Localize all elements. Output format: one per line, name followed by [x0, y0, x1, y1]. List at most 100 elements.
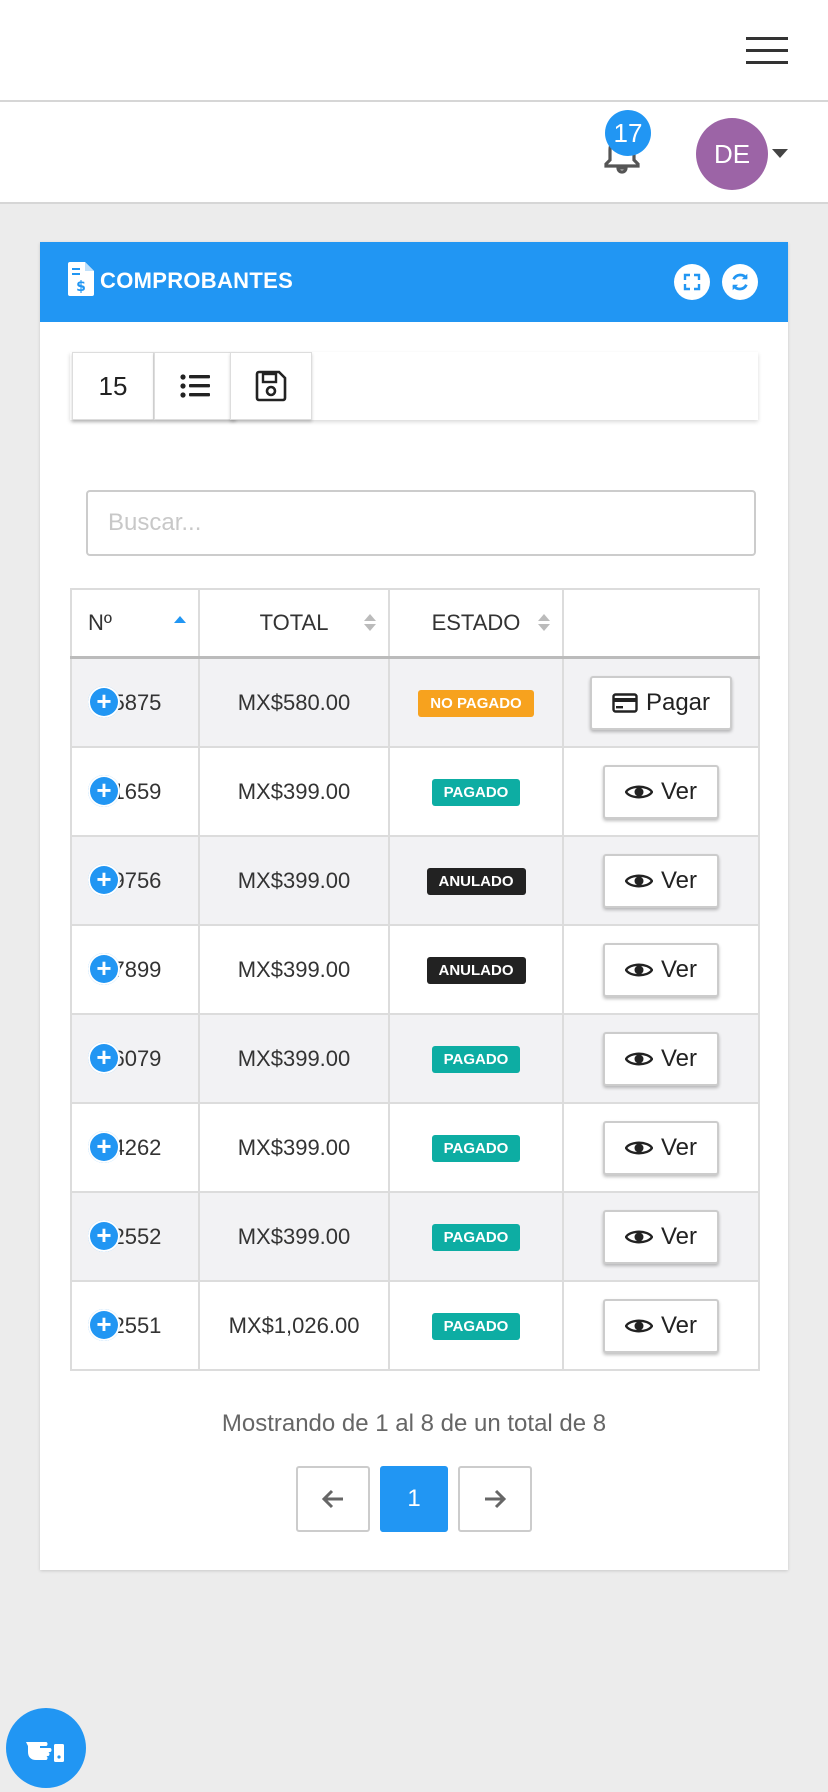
action-cell: Ver	[562, 1102, 760, 1193]
total-cell: MX$1,026.00	[198, 1280, 390, 1371]
list-icon	[180, 374, 210, 398]
total-cell: MX$399.00	[198, 924, 390, 1015]
column-header-status[interactable]: ESTADO	[388, 588, 564, 659]
eye-icon	[624, 1141, 653, 1154]
status-cell: NO PAGADO	[388, 656, 564, 748]
floppy-disk-icon	[255, 370, 287, 402]
expand-row-plus-icon[interactable]: +	[88, 686, 120, 718]
view-button[interactable]: Ver	[602, 764, 720, 819]
total-cell: MX$399.00	[198, 1191, 390, 1282]
pay-button[interactable]: Pagar	[589, 675, 733, 730]
table-row: 051659 + MX$399.00 PAGADO Ver	[70, 746, 760, 837]
view-button-label: Ver	[660, 777, 698, 805]
status-badge: PAGADO	[431, 779, 521, 806]
refresh-button[interactable]	[722, 264, 758, 300]
number-cell: 047899 +	[70, 924, 200, 1015]
pay-button-label: Pagar	[645, 688, 711, 716]
page-size-button[interactable]: 15	[72, 352, 154, 420]
hand-pointer-icon	[26, 1742, 64, 1762]
column-header-label: Nº	[88, 610, 112, 635]
pagination: 1	[296, 1466, 532, 1532]
table-row: 044262 + MX$399.00 PAGADO Ver	[70, 1102, 760, 1193]
arrow-right-icon	[485, 1489, 507, 1509]
action-cell: Ver	[562, 1280, 760, 1371]
table-row: 047899 + MX$399.00 ANULADO Ver	[70, 924, 760, 1015]
previous-page-button[interactable]	[296, 1466, 370, 1532]
chevron-down-icon[interactable]	[772, 149, 788, 158]
number-cell: 044262 +	[70, 1102, 200, 1193]
expand-row-plus-icon[interactable]: +	[88, 953, 120, 985]
credit-card-icon	[612, 692, 638, 713]
expand-row-plus-icon[interactable]: +	[88, 864, 120, 896]
column-header-actions	[562, 588, 760, 659]
expand-row-plus-icon[interactable]: +	[88, 1042, 120, 1074]
table-header-row: Nº TOTAL ESTADO	[70, 588, 760, 659]
table-toolbar: 15	[70, 352, 758, 420]
expand-icon	[683, 273, 701, 291]
status-cell: ANULADO	[388, 924, 564, 1015]
status-badge: NO PAGADO	[418, 690, 534, 717]
view-button[interactable]: Ver	[602, 1298, 720, 1353]
fullscreen-button[interactable]	[674, 264, 710, 300]
eye-icon	[624, 785, 653, 798]
column-header-total[interactable]: TOTAL	[198, 588, 390, 659]
comprobantes-table-wrapper: Nº TOTAL ESTADO 065875 + MX$580.00 NO PA…	[70, 588, 760, 1371]
view-button[interactable]: Ver	[602, 1209, 720, 1264]
save-button[interactable]	[230, 352, 312, 420]
number-cell: 051659 +	[70, 746, 200, 837]
eye-icon	[624, 963, 653, 976]
table-row: 049756 + MX$399.00 ANULADO Ver	[70, 835, 760, 926]
expand-row-plus-icon[interactable]: +	[88, 775, 120, 807]
status-badge: ANULADO	[426, 868, 526, 895]
view-button-label: Ver	[660, 1044, 698, 1072]
expand-row-plus-icon[interactable]: +	[88, 1309, 120, 1341]
help-floating-button[interactable]	[6, 1708, 86, 1788]
status-badge: PAGADO	[431, 1046, 521, 1073]
number-cell: 065875 +	[70, 656, 200, 748]
total-cell: MX$399.00	[198, 1013, 390, 1104]
page-1-button[interactable]: 1	[380, 1466, 448, 1532]
view-button[interactable]: Ver	[602, 853, 720, 908]
number-cell: 049756 +	[70, 835, 200, 926]
comprobantes-card: $ COMPROBANTES 15 Buscar... Nº TOTAL EST…	[40, 242, 788, 1570]
status-cell: PAGADO	[388, 746, 564, 837]
view-button[interactable]: Ver	[602, 942, 720, 997]
eye-icon	[624, 1230, 653, 1243]
refresh-icon	[732, 273, 748, 291]
view-button-label: Ver	[660, 1133, 698, 1161]
total-cell: MX$399.00	[198, 835, 390, 926]
arrow-left-icon	[321, 1489, 343, 1509]
next-page-button[interactable]	[458, 1466, 532, 1532]
card-header: $ COMPROBANTES	[40, 242, 788, 322]
status-cell: PAGADO	[388, 1013, 564, 1104]
number-cell: 042551 +	[70, 1280, 200, 1371]
expand-row-plus-icon[interactable]: +	[88, 1220, 120, 1252]
search-input[interactable]	[86, 490, 756, 556]
pagination-info: Mostrando de 1 al 8 de un total de 8	[221, 1410, 607, 1437]
view-button-label: Ver	[660, 1222, 698, 1250]
columns-list-button[interactable]	[154, 352, 236, 420]
status-cell: ANULADO	[388, 835, 564, 926]
status-cell: PAGADO	[388, 1102, 564, 1193]
table-row: 042551 + MX$1,026.00 PAGADO Ver	[70, 1280, 760, 1371]
top-navbar	[0, 0, 828, 102]
user-avatar[interactable]: DE	[696, 118, 768, 190]
view-button[interactable]: Ver	[602, 1120, 720, 1175]
action-cell: Ver	[562, 924, 760, 1015]
column-header-number[interactable]: Nº	[70, 588, 200, 659]
notification-count-badge[interactable]: 17	[605, 110, 651, 156]
view-button-label: Ver	[660, 955, 698, 983]
invoice-document-icon: $	[68, 262, 94, 296]
view-button-label: Ver	[660, 1311, 698, 1339]
status-cell: PAGADO	[388, 1191, 564, 1282]
hamburger-menu-icon[interactable]	[746, 37, 788, 65]
action-cell: Pagar	[562, 656, 760, 748]
comprobantes-table: Nº TOTAL ESTADO 065875 + MX$580.00 NO PA…	[70, 588, 760, 1371]
number-cell: 046079 +	[70, 1013, 200, 1104]
svg-text:$: $	[76, 279, 86, 295]
view-button[interactable]: Ver	[602, 1031, 720, 1086]
action-cell: Ver	[562, 835, 760, 926]
table-row: 046079 + MX$399.00 PAGADO Ver	[70, 1013, 760, 1104]
expand-row-plus-icon[interactable]: +	[88, 1131, 120, 1163]
total-cell: MX$580.00	[198, 656, 390, 748]
